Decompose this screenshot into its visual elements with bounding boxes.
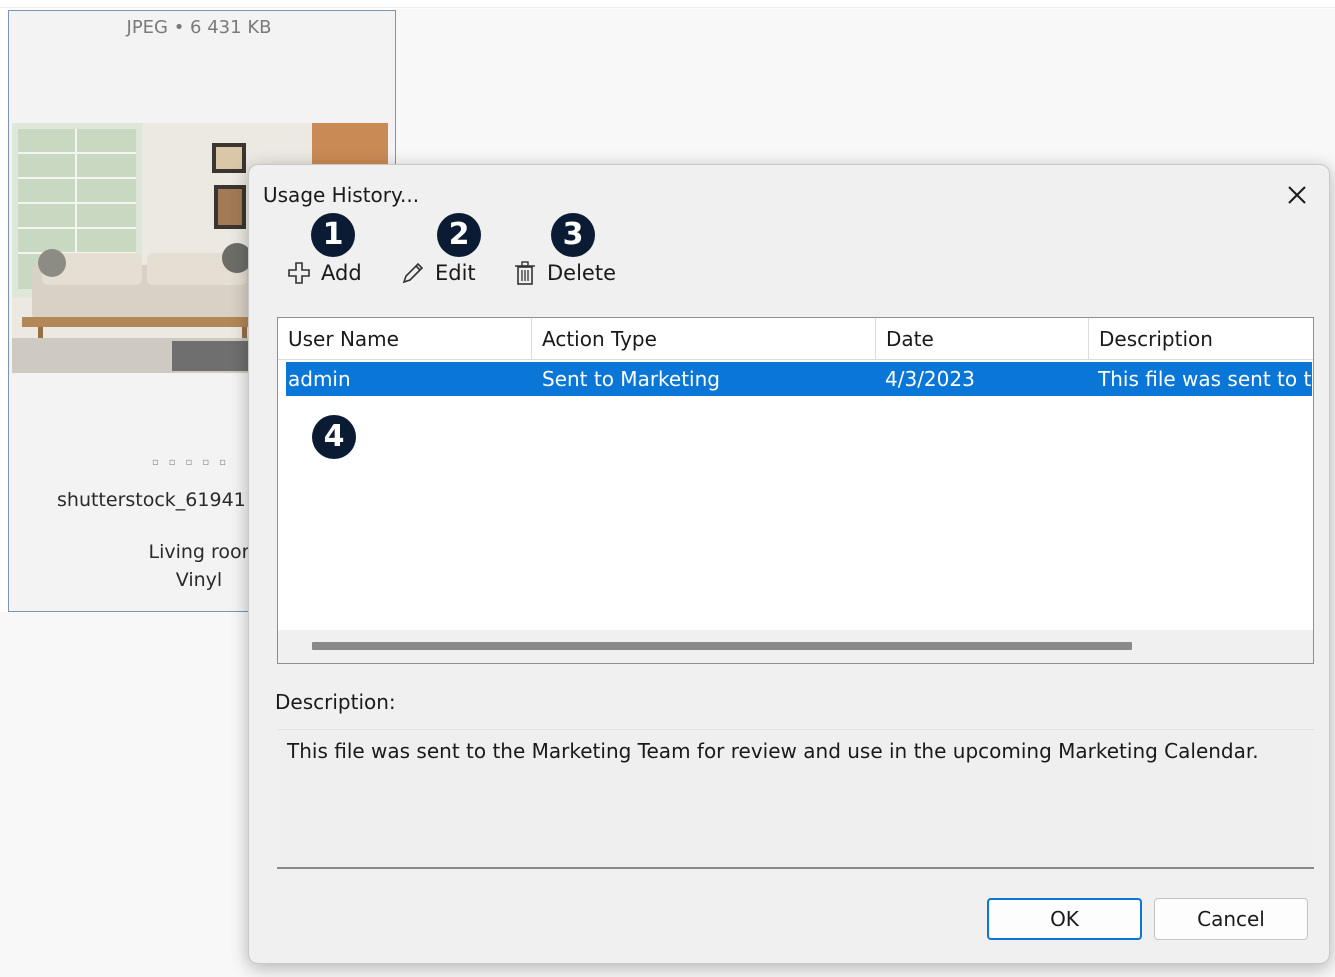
description-label: Description:	[275, 690, 396, 714]
cell-description: This file was sent to t	[1098, 367, 1312, 391]
column-header-user-name[interactable]: User Name	[278, 318, 532, 360]
callout-2: 2	[437, 213, 481, 257]
usage-history-grid[interactable]: User Name Action Type Date Description a…	[277, 317, 1314, 664]
column-header-date[interactable]: Date	[876, 318, 1089, 360]
delete-label: Delete	[547, 261, 616, 285]
add-button[interactable]: Add	[285, 255, 362, 291]
close-button[interactable]	[1279, 177, 1315, 213]
close-icon	[1288, 186, 1306, 204]
rating-dots: ▫▫▫▫▫	[152, 457, 236, 468]
delete-button[interactable]: Delete	[511, 255, 616, 291]
asset-filename: shutterstock_61941	[57, 489, 246, 511]
cell-date: 4/3/2023	[885, 367, 975, 391]
plus-icon	[285, 259, 313, 287]
description-field[interactable]: This file was sent to the Marketing Team…	[277, 729, 1314, 869]
column-header-action-type[interactable]: Action Type	[532, 318, 876, 360]
window-top-strip	[0, 0, 1335, 8]
asset-file-meta: JPEG • 6 431 KB	[126, 17, 272, 38]
grid-header: User Name Action Type Date Description	[278, 318, 1313, 360]
table-row[interactable]: admin Sent to Marketing 4/3/2023 This fi…	[286, 362, 1312, 396]
trash-icon	[511, 259, 539, 287]
ok-button[interactable]: OK	[987, 898, 1142, 940]
callout-3: 3	[551, 213, 595, 257]
scrollbar-thumb[interactable]	[312, 642, 1132, 650]
pencil-icon	[399, 259, 427, 287]
edit-button[interactable]: Edit	[399, 255, 476, 291]
callout-1: 1	[311, 213, 355, 257]
edit-label: Edit	[435, 261, 476, 285]
cancel-button[interactable]: Cancel	[1154, 898, 1308, 940]
usage-history-dialog: Usage History... 1 2 3 Add Edit Delete U…	[248, 164, 1330, 964]
cell-action-type: Sent to Marketing	[542, 367, 720, 391]
dialog-title: Usage History...	[263, 183, 420, 207]
column-header-description[interactable]: Description	[1089, 318, 1313, 360]
callout-4: 4	[312, 415, 356, 459]
add-label: Add	[321, 261, 362, 285]
cell-user-name: admin	[288, 367, 351, 391]
horizontal-scrollbar[interactable]	[278, 630, 1313, 663]
